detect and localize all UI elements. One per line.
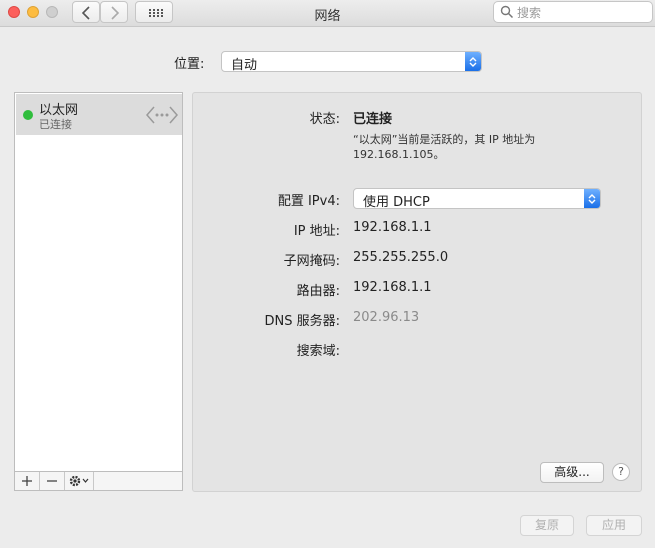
popup-stepper [465, 52, 481, 71]
configure-ipv4-label: 配置 IPv4: [277, 194, 340, 209]
subnet-mask-label: 子网掩码: [283, 254, 340, 269]
remove-service-button[interactable] [40, 472, 65, 490]
dns-server-label: DNS 服务器: [264, 314, 341, 329]
service-status: 已连接 [39, 118, 72, 131]
title-bar: 网络 搜索 [0, 0, 655, 27]
location-popup[interactable]: 自动 [221, 51, 482, 73]
search-domains-label: 搜索域: [296, 344, 340, 359]
configure-ipv4-value: 使用 DHCP [363, 195, 430, 210]
status-description-line2: 192.168.1.105。 [353, 148, 445, 161]
gear-icon [69, 475, 89, 487]
location-label: 位置: [174, 57, 205, 72]
search-placeholder: 搜索 [517, 6, 542, 20]
chevron-updown-icon [469, 56, 477, 67]
router-label: 路由器: [296, 284, 340, 299]
status-dot-icon [23, 110, 33, 120]
service-list: 以太网 已连接 [14, 92, 183, 491]
plus-icon [22, 476, 32, 486]
ethernet-icon [146, 106, 178, 124]
status-description-line1: “以太网”当前是活跃的，其 IP 地址为 [353, 133, 536, 146]
advanced-button[interactable]: 高级... [540, 462, 604, 483]
dns-server-value: 202.96.13 [353, 310, 420, 325]
status-label: 状态: [309, 112, 340, 127]
service-item-ethernet[interactable]: 以太网 已连接 [16, 94, 182, 135]
revert-button[interactable]: 复原 [520, 515, 574, 536]
search-icon [500, 5, 514, 19]
status-value: 已连接 [353, 112, 393, 127]
apply-button[interactable]: 应用 [586, 515, 642, 536]
router-value: 192.168.1.1 [353, 280, 432, 295]
ip-address-value: 192.168.1.1 [353, 220, 432, 235]
location-value: 自动 [231, 58, 258, 73]
popup-stepper [584, 189, 600, 208]
minus-icon [47, 480, 57, 482]
subnet-mask-value: 255.255.255.0 [353, 250, 449, 265]
search-field[interactable]: 搜索 [493, 1, 653, 23]
list-toolbar [14, 471, 183, 491]
add-service-button[interactable] [15, 472, 40, 490]
ip-address-label: IP 地址: [293, 224, 340, 239]
help-button[interactable]: ? [612, 463, 630, 481]
chevron-updown-icon [588, 193, 596, 204]
action-menu-button[interactable] [65, 472, 94, 490]
configure-ipv4-popup[interactable]: 使用 DHCP [353, 188, 601, 210]
